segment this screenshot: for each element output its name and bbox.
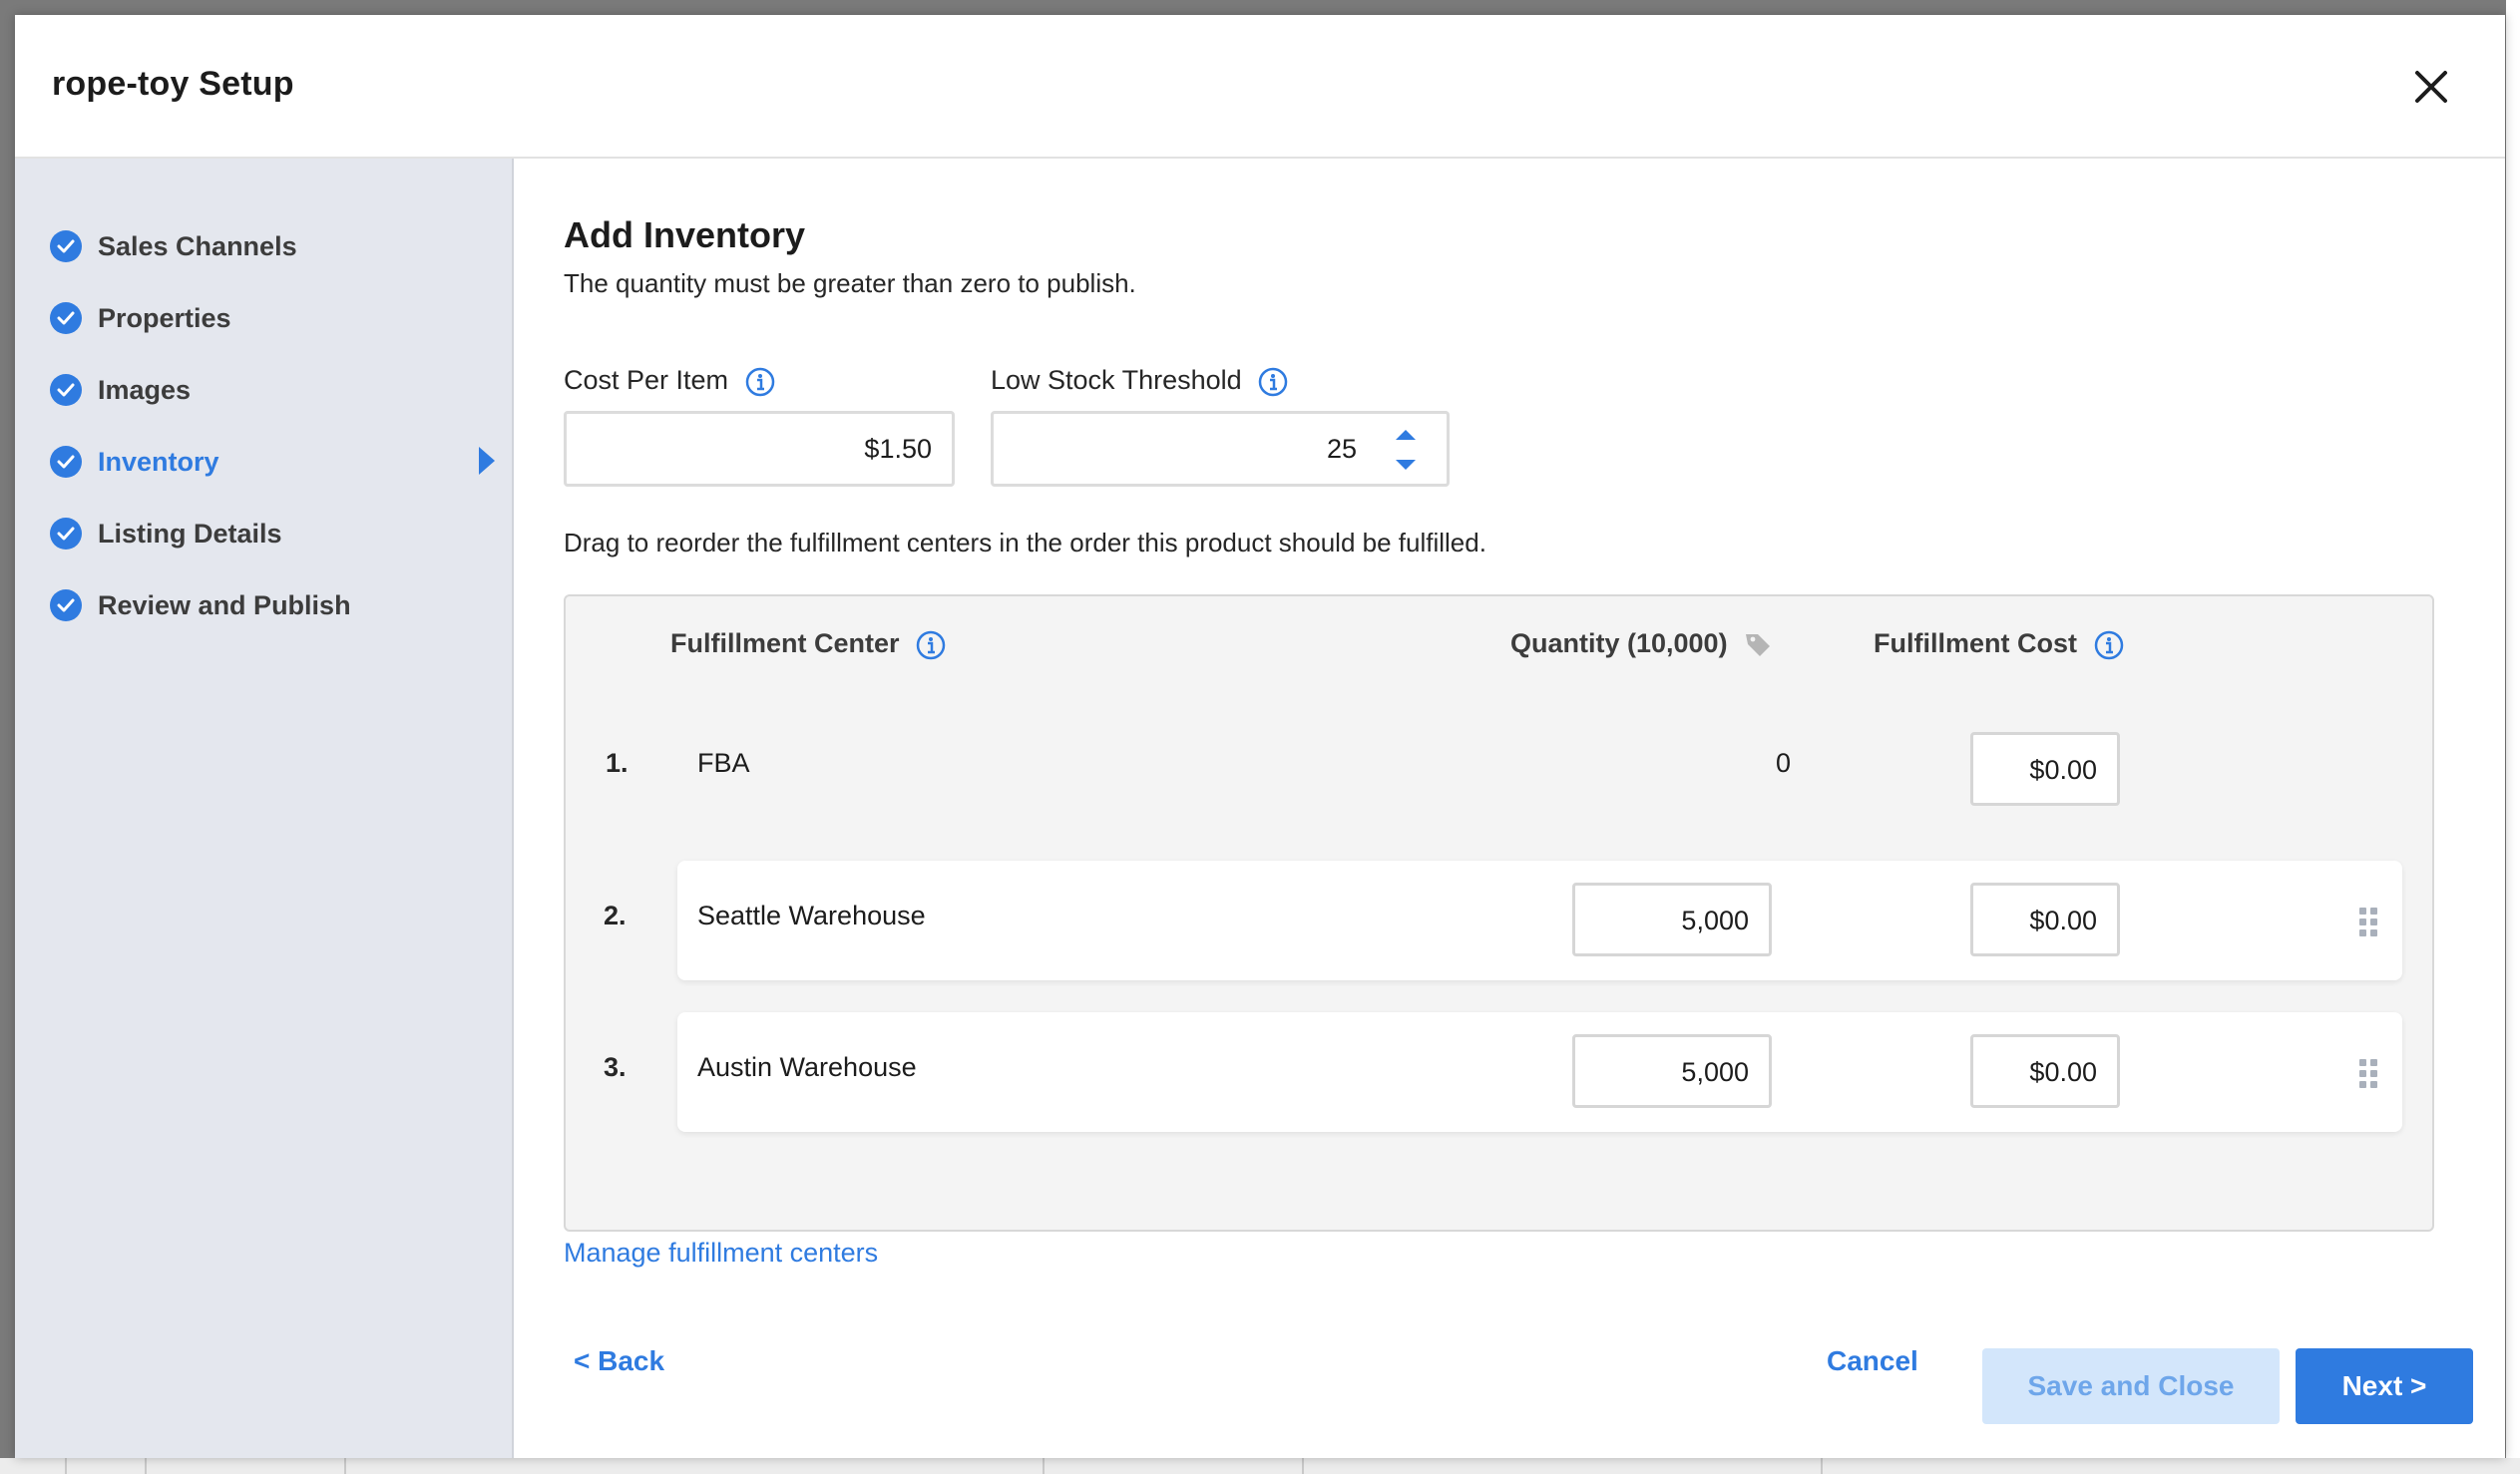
stepper-arrows-icon[interactable]: [1393, 424, 1419, 476]
check-circle-icon: [50, 518, 82, 550]
drag-instructions: Drag to reorder the fulfillment centers …: [564, 528, 1486, 557]
low-stock-threshold-input[interactable]: 25: [991, 411, 1450, 487]
tag-icon: [1746, 633, 1771, 656]
fulfillment-center-name: FBA: [697, 748, 750, 778]
background-app-bottom: [0, 1458, 2520, 1474]
step-review-publish[interactable]: Review and Publish: [50, 580, 499, 630]
setup-modal: rope-toy Setup Sales Channels Properties…: [15, 15, 2505, 1458]
page-subtitle: The quantity must be greater than zero t…: [564, 268, 1136, 298]
check-circle-icon: [50, 302, 82, 334]
quantity-input[interactable]: 5,000: [1572, 1034, 1772, 1108]
background-app-edge: [2506, 0, 2520, 1474]
check-circle-icon: [50, 589, 82, 621]
step-label: Inventory: [98, 447, 219, 477]
row-number: 2.: [604, 901, 627, 930]
step-sales-channels[interactable]: Sales Channels: [50, 221, 499, 271]
info-icon[interactable]: [915, 629, 947, 661]
table-row[interactable]: Seattle Warehouse 5,000 $0.00: [677, 861, 2402, 980]
row-number: 1.: [606, 748, 629, 778]
step-label: Sales Channels: [98, 231, 297, 261]
fulfillment-cost-input[interactable]: $0.00: [1970, 732, 2120, 806]
quantity-input[interactable]: 5,000: [1572, 883, 1772, 956]
back-button[interactable]: < Back: [574, 1345, 664, 1377]
step-listing-details[interactable]: Listing Details: [50, 509, 499, 558]
steps-sidebar: Sales Channels Properties Images Invento…: [15, 159, 514, 1458]
step-label: Properties: [98, 303, 231, 333]
fulfillment-center-name: Seattle Warehouse: [697, 901, 926, 930]
drag-handle-icon[interactable]: [2359, 1059, 2381, 1089]
step-properties[interactable]: Properties: [50, 293, 499, 343]
step-images[interactable]: Images: [50, 365, 499, 415]
fulfillment-center-name: Austin Warehouse: [697, 1052, 917, 1082]
info-icon[interactable]: [2093, 629, 2125, 661]
header-quantity: Quantity (10,000): [1510, 628, 1773, 660]
step-label: Images: [98, 375, 192, 405]
next-button[interactable]: Next >: [2296, 1348, 2473, 1424]
inventory-panel: Add Inventory The quantity must be great…: [514, 159, 2505, 1458]
page-title: Add Inventory: [564, 214, 806, 255]
header-fulfillment-cost: Fulfillment Cost: [1874, 628, 2125, 661]
header-fulfillment-center: Fulfillment Center: [670, 628, 947, 661]
info-icon[interactable]: [1257, 366, 1289, 398]
cost-per-item-label: Cost Per Item: [564, 365, 776, 398]
save-and-close-button[interactable]: Save and Close: [1982, 1348, 2280, 1424]
manage-fulfillment-centers-link[interactable]: Manage fulfillment centers: [564, 1238, 878, 1269]
close-button[interactable]: [2409, 65, 2453, 109]
modal-header: rope-toy Setup: [15, 15, 2505, 159]
step-label: Review and Publish: [98, 590, 351, 620]
fulfillment-cost-input[interactable]: $0.00: [1970, 883, 2120, 956]
drag-handle-icon[interactable]: [2359, 908, 2381, 937]
table-row[interactable]: Austin Warehouse 5,000 $0.00: [677, 1012, 2402, 1132]
check-circle-icon: [50, 446, 82, 478]
cost-per-item-input[interactable]: $1.50: [564, 411, 955, 487]
fulfillment-table: Fulfillment Center Quantity (10,000) Ful…: [564, 594, 2434, 1232]
low-stock-label: Low Stock Threshold: [991, 365, 1289, 398]
row-number: 3.: [604, 1052, 627, 1082]
caret-right-icon: [479, 447, 495, 475]
close-icon: [2415, 71, 2447, 103]
modal-title: rope-toy Setup: [52, 65, 294, 103]
check-circle-icon: [50, 230, 82, 262]
cancel-button[interactable]: Cancel: [1827, 1345, 1918, 1377]
check-circle-icon: [50, 374, 82, 406]
step-label: Listing Details: [98, 519, 282, 549]
quantity-value: 0: [1775, 748, 1791, 778]
step-inventory[interactable]: Inventory: [50, 437, 499, 487]
info-icon[interactable]: [744, 366, 776, 398]
fulfillment-cost-input[interactable]: $0.00: [1970, 1034, 2120, 1108]
